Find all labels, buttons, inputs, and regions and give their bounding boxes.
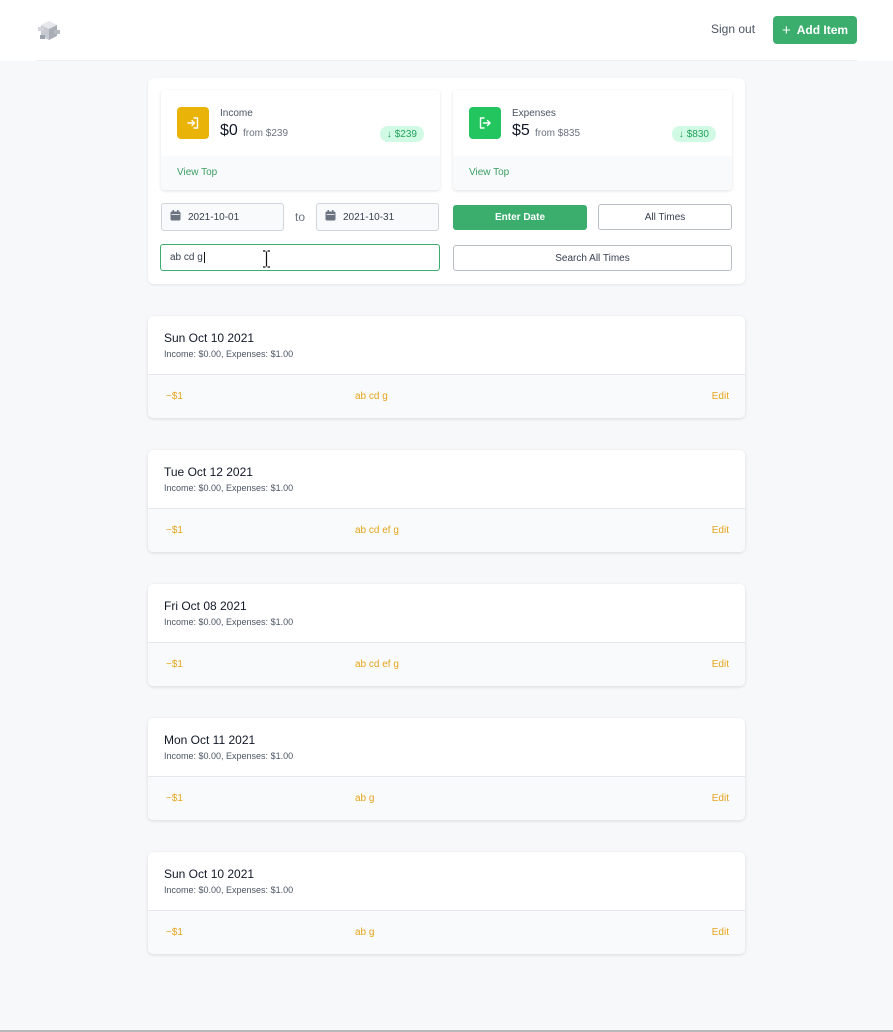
transaction-description: ab cd g <box>355 391 388 402</box>
expenses-card: Expenses $5 from $835 ↓ $830 View Top <box>453 90 732 190</box>
calendar-icon <box>325 210 336 224</box>
text-caret <box>203 252 205 263</box>
edit-link[interactable]: Edit <box>712 525 729 536</box>
expenses-view-top-link[interactable]: View Top <box>469 167 509 178</box>
end-date-input[interactable]: 2021-10-31 <box>316 203 439 231</box>
transaction-row: −$1 ab g Edit <box>148 910 745 954</box>
transaction-description: ab g <box>355 793 375 804</box>
day-date: Sun Oct 10 2021 <box>164 867 255 881</box>
add-item-label: Add Item <box>796 23 849 37</box>
transaction-row: −$1 ab cd ef g Edit <box>148 642 745 686</box>
transaction-row: −$1 ab cd g Edit <box>148 374 745 418</box>
transaction-row: −$1 ab g Edit <box>148 776 745 820</box>
app-header: Sign out + Add Item <box>0 0 893 61</box>
day-date: Tue Oct 12 2021 <box>164 465 253 479</box>
day-date: Mon Oct 11 2021 <box>164 733 256 747</box>
transaction-amount: −$1 <box>166 927 183 938</box>
enter-date-button[interactable]: Enter Date <box>453 205 587 230</box>
income-amount: $0 <box>220 122 238 139</box>
all-times-button[interactable]: All Times <box>598 204 732 230</box>
transaction-amount: −$1 <box>166 793 183 804</box>
expenses-card-footer: View Top <box>453 156 732 190</box>
text-cursor-icon <box>263 250 270 268</box>
search-input-value: ab cd g <box>170 252 203 263</box>
income-badge-value: $239 <box>394 128 417 140</box>
sign-out-link[interactable]: Sign out <box>711 22 755 36</box>
transaction-amount: −$1 <box>166 659 183 670</box>
expenses-icon <box>469 107 501 139</box>
edit-link[interactable]: Edit <box>712 391 729 402</box>
edit-link[interactable]: Edit <box>712 793 729 804</box>
transaction-amount: −$1 <box>166 525 183 536</box>
end-date-value: 2021-10-31 <box>343 211 395 223</box>
plus-icon: + <box>781 21 791 39</box>
expenses-badge-value: $830 <box>686 128 709 140</box>
search-all-times-button[interactable]: Search All Times <box>453 245 732 271</box>
start-date-input[interactable]: 2021-10-01 <box>161 203 284 231</box>
day-summary: Income: $0.00, Expenses: $1.00 <box>164 349 294 359</box>
summary-panel: Income $0 from $239 ↓ $239 View Top Expe… <box>148 78 745 284</box>
transaction-amount: −$1 <box>166 391 183 402</box>
header-divider <box>36 60 857 61</box>
income-view-top-link[interactable]: View Top <box>177 167 217 178</box>
day-date: Sun Oct 10 2021 <box>164 331 255 345</box>
search-input[interactable]: ab cd g <box>160 244 440 271</box>
expenses-change-badge: ↓ $830 <box>671 126 716 142</box>
day-summary: Income: $0.00, Expenses: $1.00 <box>164 885 294 895</box>
arrow-down-icon: ↓ <box>386 128 392 140</box>
day-summary: Income: $0.00, Expenses: $1.00 <box>164 483 294 493</box>
transaction-description: ab cd ef g <box>355 525 399 536</box>
start-date-value: 2021-10-01 <box>188 211 240 223</box>
day-date: Fri Oct 08 2021 <box>164 599 247 613</box>
day-card: Sun Oct 10 2021 Income: $0.00, Expenses:… <box>148 316 745 418</box>
income-icon <box>177 107 209 139</box>
income-card-footer: View Top <box>161 156 440 190</box>
date-range-separator: to <box>295 210 306 224</box>
day-card: Fri Oct 08 2021 Income: $0.00, Expenses:… <box>148 584 745 686</box>
day-card: Tue Oct 12 2021 Income: $0.00, Expenses:… <box>148 450 745 552</box>
transaction-description: ab g <box>355 927 375 938</box>
transaction-row: −$1 ab cd ef g Edit <box>148 508 745 552</box>
day-card: Sun Oct 10 2021 Income: $0.00, Expenses:… <box>148 852 745 954</box>
income-label: Income <box>220 108 253 119</box>
income-change-badge: ↓ $239 <box>379 126 424 142</box>
transaction-description: ab cd ef g <box>355 659 399 670</box>
edit-link[interactable]: Edit <box>712 659 729 670</box>
expenses-label: Expenses <box>512 108 556 119</box>
logo-icon[interactable] <box>36 18 62 44</box>
day-card: Mon Oct 11 2021 Income: $0.00, Expenses:… <box>148 718 745 820</box>
add-item-button[interactable]: + Add Item <box>773 16 857 44</box>
day-summary: Income: $0.00, Expenses: $1.00 <box>164 751 294 761</box>
edit-link[interactable]: Edit <box>712 927 729 938</box>
day-summary: Income: $0.00, Expenses: $1.00 <box>164 617 294 627</box>
expenses-amount: $5 <box>512 122 530 139</box>
calendar-icon <box>170 210 181 224</box>
income-from: from $239 <box>243 128 289 139</box>
arrow-down-icon: ↓ <box>678 128 684 140</box>
income-card: Income $0 from $239 ↓ $239 View Top <box>161 90 440 190</box>
expenses-from: from $835 <box>535 128 581 139</box>
